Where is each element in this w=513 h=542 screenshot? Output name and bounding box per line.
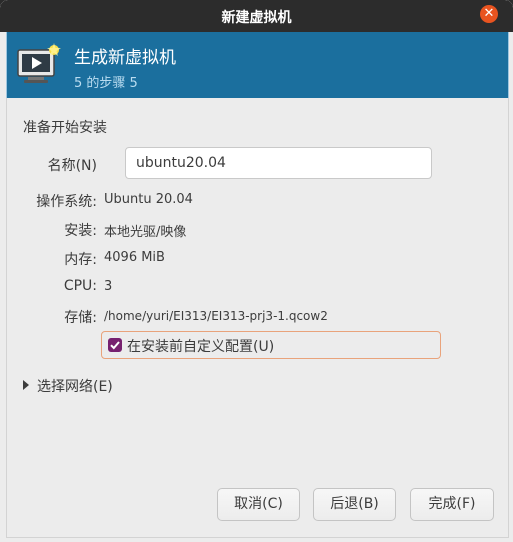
network-expander-label: 选择网络(E) [37, 379, 113, 395]
back-button[interactable]: 后退(B) [313, 488, 396, 521]
window-title: 新建虚拟机 [221, 10, 292, 26]
finish-button[interactable]: 完成(F) [410, 488, 494, 521]
name-label: 名称(N) [47, 158, 97, 174]
new-vm-dialog: 新建虚拟机 ✕ 生成新虚拟机 5 的步骤 5 准备开始安装 名称(N) 操作系统… [0, 0, 513, 542]
storage-label: 存储: [64, 310, 97, 326]
title-bar[interactable]: 新建虚拟机 ✕ [0, 0, 513, 32]
close-button[interactable]: ✕ [480, 5, 498, 23]
section-title: 准备开始安装 [23, 120, 107, 136]
cancel-button[interactable]: 取消(C) [217, 488, 300, 521]
triangle-right-icon [23, 380, 29, 390]
vm-name-input[interactable] [125, 147, 432, 179]
check-icon [110, 341, 120, 350]
checkbox-box[interactable] [108, 338, 122, 352]
cpu-value: 3 [104, 279, 113, 294]
close-icon: ✕ [483, 6, 495, 21]
storage-path: /home/yuri/EI313/EI313-prj3-1.qcow2 [104, 309, 328, 323]
os-label: 操作系统: [36, 194, 97, 210]
wizard-header: 生成新虚拟机 5 的步骤 5 [6, 32, 509, 98]
wizard-title: 生成新虚拟机 [74, 48, 176, 68]
customize-before-install-checkbox[interactable]: 在安装前自定义配置(U) [101, 331, 441, 359]
install-value: 本地光驱/映像 [104, 225, 187, 240]
install-label: 安装: [64, 223, 97, 239]
customize-label: 在安装前自定义配置(U) [127, 339, 275, 355]
wizard-step-indicator: 5 的步骤 5 [74, 76, 138, 91]
cpu-label: CPU: [63, 278, 97, 294]
os-value: Ubuntu 20.04 [104, 192, 193, 207]
memory-value: 4096 MiB [104, 250, 165, 265]
virtual-machine-monitor-icon [17, 43, 61, 83]
memory-label: 内存: [64, 252, 97, 268]
